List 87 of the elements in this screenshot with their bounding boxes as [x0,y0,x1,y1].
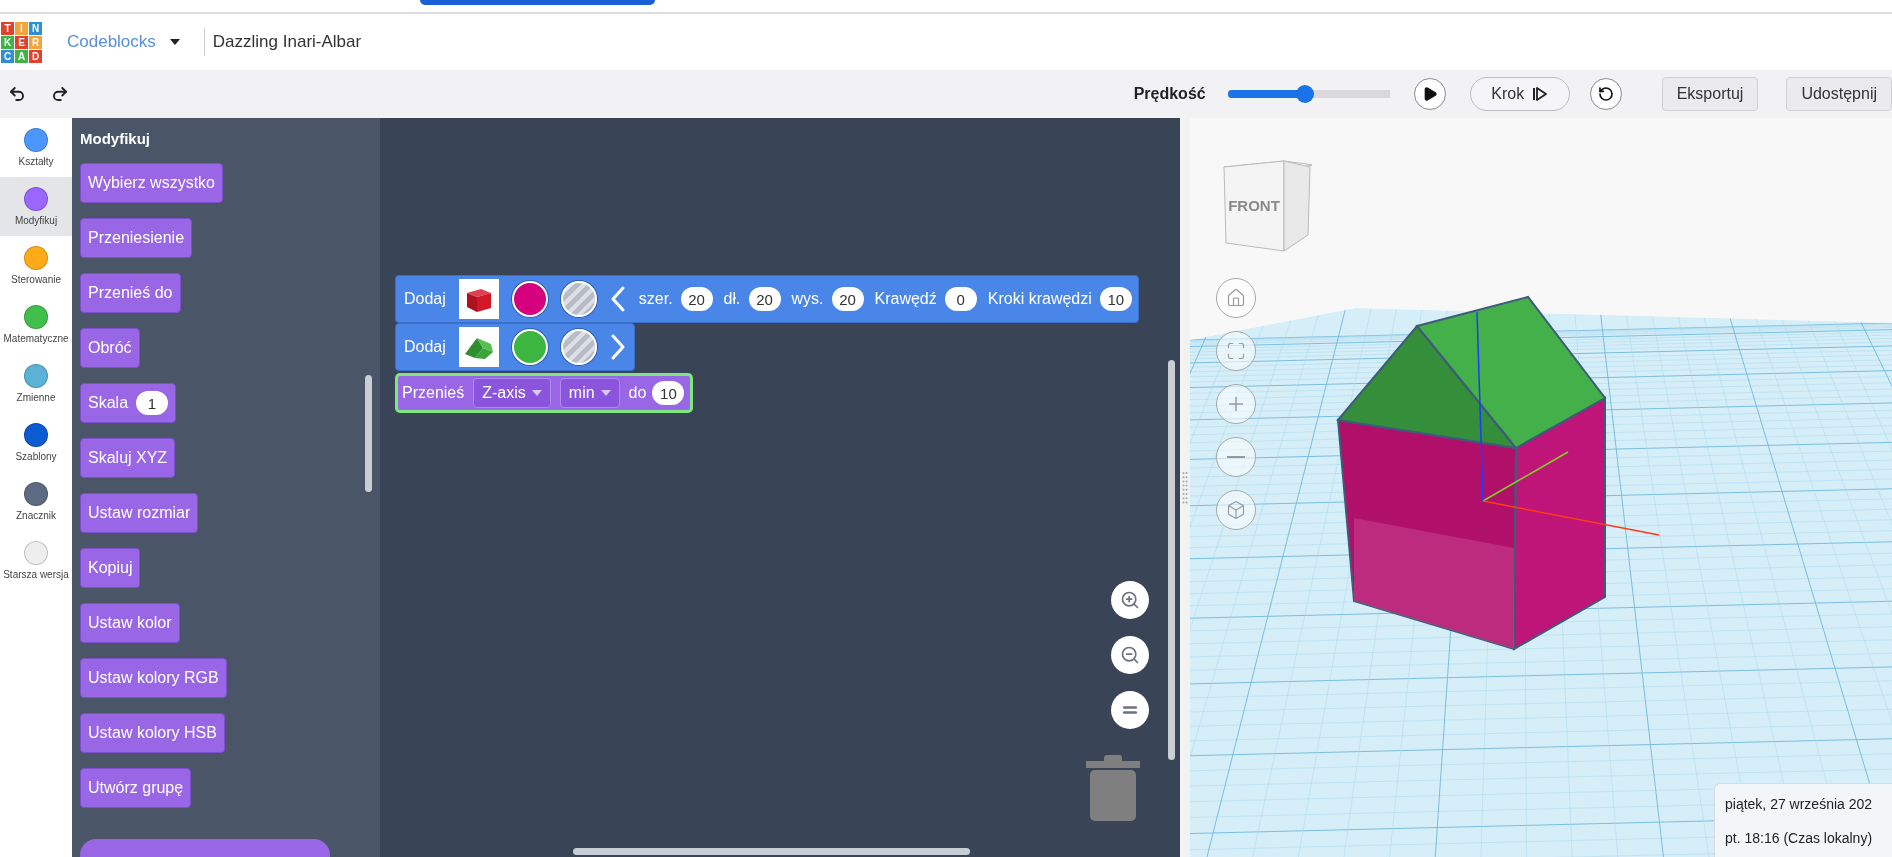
value-field[interactable]: 1 [136,391,169,415]
category-label: Sterowanie [11,272,61,286]
3d-viewport[interactable]: FRONT piątek, 27 września 202 pt. 18:16 (Czas lokalny) [1190,118,1892,857]
fit-view-icon [1226,341,1246,361]
param-label: Krawędź [874,290,937,308]
palette-block[interactable]: Ustaw kolor [80,603,180,643]
toolbar-button[interactable]: Eksportuj [1661,77,1759,111]
palette-block[interactable]: Skala 1 [80,383,177,423]
block-label: Przenieś [402,384,465,402]
value-field[interactable]: 0 [944,287,977,311]
palette-block[interactable]: Ustaw rozmiar [80,493,199,533]
zoom-in-button[interactable] [1111,581,1149,619]
play-button[interactable] [1413,78,1446,110]
param-label: szer. [638,290,673,308]
scrollbar[interactable] [1168,360,1175,760]
zoom-in-icon [1120,590,1140,610]
undo-icon [8,85,26,103]
param-label: do [628,384,647,402]
chevron-left-icon[interactable] [609,285,626,313]
palette-block[interactable]: Przeniesienie [80,218,193,258]
cube-icon [1226,500,1246,520]
scrollbar[interactable] [573,848,970,855]
home-button[interactable] [1216,278,1256,318]
drag-handle-icon[interactable] [1182,470,1188,505]
zoom-out-button[interactable] [1111,636,1149,674]
minus-icon [1227,456,1245,458]
category-label: Modyfikuj [14,213,58,227]
param-label: Kroki krawędzi [987,290,1092,308]
param-label: wys. [791,290,824,308]
category-label: Zmienne [16,390,56,404]
time-text: pt. 18:16 (Czas lokalny) [1725,830,1874,846]
param-label: dł. [723,290,741,308]
color-swatch[interactable] [511,281,548,317]
reset-button[interactable] [1589,78,1622,110]
palette-block[interactable]: Kopiuj [80,548,141,588]
palette-block[interactable]: Obróć [80,328,140,368]
code-block[interactable]: Dodaj szer. 20 dł. 20 wys. 20 Krawędź 0 Kroki krawędzi 10 [395,275,1139,323]
design-name[interactable]: Dazzling Inari-Albar [212,32,362,52]
shape-thumbnail[interactable] [458,279,499,319]
logo[interactable]: T I N K E R C A D [1,21,42,63]
palette-block[interactable]: Wybierz wszystko [80,163,223,203]
slider-thumb[interactable] [1296,85,1315,103]
caret-icon [600,390,611,396]
palette-block[interactable]: Ustaw kolory HSB [80,713,225,753]
fit-view-button[interactable] [1216,331,1256,371]
category-label: Matematyczne [3,331,69,345]
palette-block[interactable]: Przenieś do [80,273,181,313]
palette-block[interactable]: Ustaw kolory RGB [80,658,227,698]
chevron-right-icon[interactable] [609,333,626,361]
step-button[interactable]: Krok [1469,77,1570,111]
dropdown[interactable]: Z-axis [473,378,551,408]
palette-block[interactable]: Skaluj XYZ [80,438,176,478]
color-swatch[interactable] [511,329,548,365]
value-field[interactable]: 20 [831,287,864,311]
value-field[interactable]: 20 [680,287,713,311]
redo-icon [51,85,69,103]
reset-icon [1597,86,1614,102]
dropdown[interactable]: min [559,378,620,408]
hole-swatch[interactable] [560,281,597,317]
category-label: Szablony [15,449,57,463]
hole-swatch[interactable] [560,329,597,365]
step-icon [1532,86,1549,102]
caret-icon [531,390,542,396]
code-block[interactable]: Dodaj [395,323,635,371]
date-text: piątek, 27 września 202 [1725,796,1874,812]
palette-block[interactable]: Utwórz grupę [80,768,192,808]
value-field[interactable]: 10 [652,381,685,405]
code-block[interactable]: Przenieś Z-axis min do 10 [395,373,694,413]
scrollbar[interactable] [365,375,372,492]
home-icon [1226,288,1246,308]
zoom-out-icon [1120,645,1140,665]
palette-title: Modyfikuj [80,130,151,148]
speed-label: Prędkość [1133,85,1206,103]
perspective-button[interactable] [1216,490,1256,530]
caret-icon [169,39,180,45]
value-field[interactable]: 20 [748,287,781,311]
value-field[interactable]: 10 [1099,287,1132,311]
category-label: Starsza wersja [3,567,69,581]
block-label: Dodaj [404,338,446,356]
category-label: Znacznik [16,508,56,522]
house-model-drawing[interactable] [1336,295,1660,651]
shape-thumbnail[interactable] [458,327,499,367]
category-item[interactable]: Modyfikuj [0,177,72,236]
reset-zoom-button[interactable] [1111,691,1149,729]
toolbar-button[interactable]: Udostępnij [1786,77,1892,111]
category-label: Kształty [18,154,54,168]
block-label: Dodaj [404,290,446,308]
